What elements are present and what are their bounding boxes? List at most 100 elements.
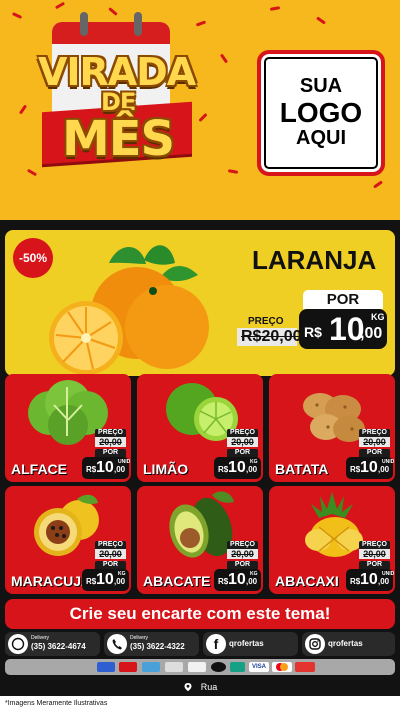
- offers-area: -50% LARANJA PREÇO R$20,00 POR R$ 10 ,00…: [0, 220, 400, 711]
- payment-card-icon: [211, 662, 226, 672]
- price-integer: 10: [360, 571, 378, 588]
- featured-offer: -50% LARANJA PREÇO R$20,00 POR R$ 10 ,00…: [5, 230, 395, 376]
- confetti: [18, 104, 28, 115]
- location-pin-icon: [183, 682, 193, 692]
- product-card-abacaxi: ABACAXI PREÇO 20,00 POR R$ 10 ,00 UNID: [269, 486, 395, 594]
- featured-old-price: R$20,00: [237, 328, 302, 346]
- price-unit: KG: [118, 571, 126, 577]
- price-unit: KG: [250, 571, 258, 577]
- price-unit: UNID: [118, 459, 131, 465]
- price-unit: UNID: [382, 459, 395, 465]
- price-cents: ,00: [246, 465, 258, 474]
- currency-symbol: R$: [218, 465, 229, 474]
- price-integer: 10: [228, 459, 246, 476]
- price-unit: KG: [250, 459, 258, 465]
- logo-line-1: SUA: [299, 75, 343, 98]
- old-price: 20,00: [359, 437, 390, 447]
- disclaimer: *Imagens Meramente Ilustrativas: [0, 696, 400, 711]
- new-price-label: POR: [95, 449, 126, 457]
- logo-placeholder: SUA LOGO AQUI: [257, 50, 385, 176]
- facebook-icon: f: [206, 634, 226, 654]
- payment-card-icon: [142, 662, 160, 672]
- featured-product-name: LARANJA: [252, 245, 377, 275]
- currency-symbol: R$: [86, 465, 97, 474]
- contact-value: qrofertas: [328, 639, 363, 648]
- header-banner: VIRADA DE MÊS SUA LOGO AQUI: [0, 0, 400, 220]
- contact-phone[interactable]: Delivery (35) 3622-4322: [104, 632, 199, 656]
- confetti: [269, 6, 281, 11]
- logo-line-3: AQUI: [296, 127, 346, 150]
- product-name: ABACATE: [143, 573, 211, 589]
- contact-value: qrofertas: [229, 639, 264, 648]
- payment-card-icon: [295, 662, 315, 672]
- price-integer: 10: [96, 571, 114, 588]
- instagram-icon: [305, 634, 325, 654]
- orange-fruits-image: [49, 245, 209, 375]
- confetti: [227, 169, 239, 174]
- old-price: 20,00: [95, 437, 126, 447]
- price-integer: 10: [360, 459, 378, 476]
- featured-old-price-label: PREÇO: [248, 316, 284, 327]
- calendar-ring: [134, 12, 142, 36]
- new-price-label: POR: [227, 561, 258, 569]
- new-price-label: POR: [359, 449, 390, 457]
- contact-value: (35) 3622-4322: [130, 642, 185, 651]
- payment-methods: VISA: [5, 659, 395, 675]
- product-card-abacate: ABACATE PREÇO 20,00 POR R$ 10 ,00 KG: [137, 486, 263, 594]
- create-flyer-button[interactable]: Crie seu encarte com este tema!: [5, 599, 395, 629]
- new-price: R$ 10 ,00 KG: [214, 457, 261, 479]
- price-cents: ,00: [114, 577, 126, 586]
- new-price-label: POR: [227, 449, 258, 457]
- new-price: R$ 10 ,00 UNID: [82, 457, 131, 479]
- old-price-label: PREÇO: [227, 429, 258, 437]
- contact-value: (35) 3622-4674: [31, 642, 86, 651]
- confetti: [54, 1, 66, 10]
- confetti: [316, 16, 326, 25]
- new-price-label: POR: [95, 561, 126, 569]
- confetti: [373, 180, 383, 189]
- confetti: [26, 168, 38, 177]
- contact-instagram[interactable]: qrofertas: [302, 632, 395, 656]
- product-card-limao: LIMÃO PREÇO 20,00 POR R$ 10 ,00 KG: [137, 374, 263, 482]
- payment-card-icon: [119, 662, 137, 672]
- currency-symbol: R$: [218, 577, 229, 586]
- calendar-header: [52, 22, 170, 44]
- contact-label: Delivery: [130, 635, 149, 641]
- old-price-label: PREÇO: [359, 429, 390, 437]
- old-price: 20,00: [95, 549, 126, 559]
- whatsapp-icon: [8, 634, 28, 654]
- address-line: Rua: [0, 677, 400, 697]
- confetti: [195, 20, 207, 27]
- confetti: [219, 53, 229, 64]
- old-price-label: PREÇO: [359, 541, 390, 549]
- price-integer: 10: [228, 571, 246, 588]
- payment-card-icon: [165, 662, 183, 672]
- product-card-alface: ALFACE PREÇO 20,00 POR R$ 10 ,00 UNID: [5, 374, 131, 482]
- payment-card-icon: [97, 662, 115, 672]
- featured-new-price: R$ 10 ,00 KG: [299, 309, 387, 349]
- contact-whatsapp[interactable]: Delivery (35) 3622-4674: [5, 632, 100, 656]
- currency-symbol: R$: [304, 324, 322, 340]
- payment-card-icon: [188, 662, 206, 672]
- currency-symbol: R$: [350, 465, 361, 474]
- product-card-batata: BATATA PREÇO 20,00 POR R$ 10 ,00 UNID: [269, 374, 395, 482]
- old-price-label: PREÇO: [95, 429, 126, 437]
- price-cents: ,00: [378, 577, 390, 586]
- payment-card-icon: [230, 662, 245, 672]
- featured-new-price-label: POR: [303, 290, 383, 309]
- title-mes: MÊS: [62, 111, 175, 167]
- address-text: Rua: [200, 682, 218, 692]
- confetti: [198, 112, 208, 123]
- old-price: 20,00: [227, 437, 258, 447]
- phone-icon: [107, 634, 127, 654]
- product-name: ALFACE: [11, 461, 67, 477]
- confetti: [11, 12, 23, 19]
- product-card-maracuja: MARACUJÁ PREÇO 20,00 POR R$ 10 ,00 KG: [5, 486, 131, 594]
- product-name: MARACUJÁ: [11, 573, 92, 589]
- old-price-label: PREÇO: [227, 541, 258, 549]
- new-price: R$ 10 ,00 UNID: [346, 569, 395, 591]
- price-unit: UNID: [382, 571, 395, 577]
- new-price: R$ 10 ,00 UNID: [346, 457, 395, 479]
- price-cents: ,00: [360, 325, 383, 342]
- contact-facebook[interactable]: f qrofertas: [203, 632, 298, 656]
